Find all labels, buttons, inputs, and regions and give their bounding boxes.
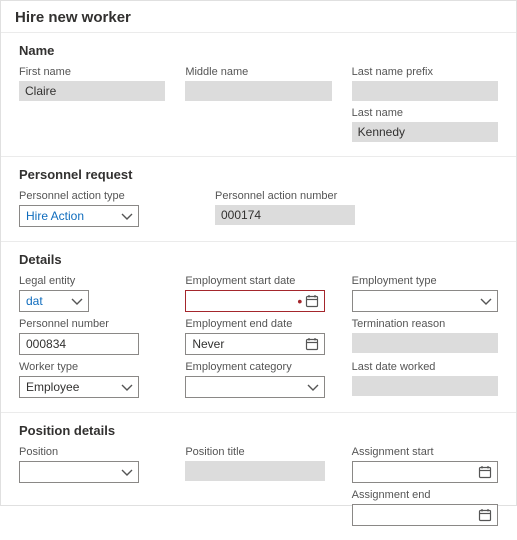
calendar-icon[interactable] xyxy=(304,294,320,308)
chevron-down-icon xyxy=(120,466,134,478)
emp-end-label: Employment end date xyxy=(185,318,331,330)
emp-type-label: Employment type xyxy=(352,275,498,287)
term-reason-field xyxy=(352,333,498,353)
legal-entity-select[interactable]: dat xyxy=(19,290,89,312)
assign-end-field[interactable] xyxy=(352,504,498,526)
calendar-icon[interactable] xyxy=(304,337,320,351)
chevron-down-icon xyxy=(120,210,134,222)
assign-start-label: Assignment start xyxy=(352,446,498,458)
emp-start-label: Employment start date xyxy=(185,275,331,287)
first-name-field: Claire xyxy=(19,81,165,101)
section-personnel: Personnel request Personnel action type … xyxy=(1,156,516,241)
position-title-label: Position title xyxy=(185,446,331,458)
required-indicator-icon: • xyxy=(297,294,302,308)
section-details: Details Legal entity dat Employment star… xyxy=(1,241,516,412)
emp-start-field[interactable]: • xyxy=(185,290,325,312)
section-name: Name First name Claire Middle name Last … xyxy=(1,32,516,156)
emp-type-select[interactable] xyxy=(352,290,498,312)
assign-start-field[interactable] xyxy=(352,461,498,483)
page-title: Hire new worker xyxy=(1,1,516,32)
legal-entity-label: Legal entity xyxy=(19,275,165,287)
calendar-icon[interactable] xyxy=(477,508,493,522)
assign-end-label: Assignment end xyxy=(352,489,498,501)
emp-end-field[interactable]: Never xyxy=(185,333,325,355)
middle-name-field xyxy=(185,81,331,101)
term-reason-label: Termination reason xyxy=(352,318,498,330)
first-name-label: First name xyxy=(19,66,165,78)
last-worked-label: Last date worked xyxy=(352,361,498,373)
legal-entity-value: dat xyxy=(26,294,43,308)
worker-type-select[interactable]: Employee xyxy=(19,376,139,398)
emp-cat-label: Employment category xyxy=(185,361,331,373)
position-select[interactable] xyxy=(19,461,139,483)
personnel-number-label: Personnel number xyxy=(19,318,165,330)
chevron-down-icon xyxy=(120,381,134,393)
last-name-prefix-field xyxy=(352,81,498,101)
calendar-icon[interactable] xyxy=(477,465,493,479)
worker-type-value: Employee xyxy=(26,380,79,394)
section-title-position: Position details xyxy=(19,419,498,446)
last-worked-field xyxy=(352,376,498,396)
middle-name-label: Middle name xyxy=(185,66,331,78)
action-type-select[interactable]: Hire Action xyxy=(19,205,139,227)
last-name-field: Kennedy xyxy=(352,122,498,142)
worker-type-label: Worker type xyxy=(19,361,165,373)
chevron-down-icon xyxy=(479,295,493,307)
chevron-down-icon xyxy=(70,295,84,307)
position-title-field xyxy=(185,461,325,481)
personnel-number-field[interactable]: 000834 xyxy=(19,333,139,355)
section-title-personnel: Personnel request xyxy=(19,163,498,190)
emp-cat-select[interactable] xyxy=(185,376,325,398)
action-number-label: Personnel action number xyxy=(215,190,498,202)
section-title-details: Details xyxy=(19,248,498,275)
position-label: Position xyxy=(19,446,165,458)
action-number-field: 000174 xyxy=(215,205,355,225)
action-type-value: Hire Action xyxy=(26,209,84,223)
personnel-number-value: 000834 xyxy=(26,337,66,351)
last-name-prefix-label: Last name prefix xyxy=(352,66,498,78)
last-name-label: Last name xyxy=(352,107,498,119)
action-type-label: Personnel action type xyxy=(19,190,179,202)
chevron-down-icon xyxy=(306,381,320,393)
section-title-name: Name xyxy=(19,39,498,66)
emp-end-value: Never xyxy=(192,337,224,351)
section-position: Position details Position Position title… xyxy=(1,412,516,540)
